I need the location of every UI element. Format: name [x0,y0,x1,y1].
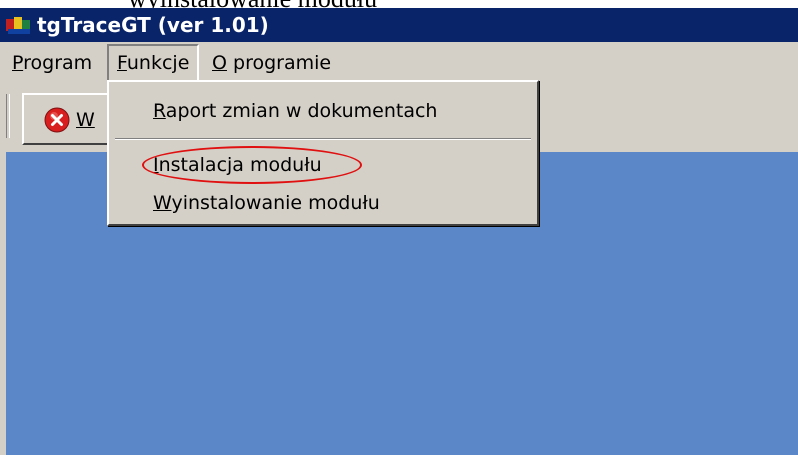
menu-separator [115,138,531,140]
menu-program-accel: P [12,52,24,74]
menu-funkcje-accel: F [117,52,127,74]
menu-funkcje-label: unkcje [126,52,190,74]
menu-item-instalacja[interactable]: Instalacja modułu [153,154,322,176]
toolbar-grip [6,94,10,138]
menu-program-label: rogram [23,52,93,74]
menu-item-wyinstalowanie[interactable]: Wyinstalowanie modułu [153,192,380,214]
menu-funkcje[interactable]: Funkcje [107,44,200,80]
menu-item-raport-label: aport zmian w dokumentach [165,100,438,122]
app-icon [6,17,30,34]
exit-button-label: W [76,109,95,131]
menu-program[interactable]: Program [6,46,98,80]
window-title: tgTraceGT (ver 1.01) [37,13,269,37]
menu-o-programie[interactable]: O programie [206,46,337,80]
stop-icon [44,107,70,133]
title-bar[interactable]: tgTraceGT (ver 1.01) [0,8,798,42]
menu-item-wyinstalowanie-label: yinstalowanie modułu [171,192,380,214]
document-text-fragment: wyinstalowanie modułu [0,0,798,8]
menu-item-raport[interactable]: Raport zmian w dokumentach [153,100,437,122]
document-text: wyinstalowanie modułu [128,0,377,8]
menu-o-programie-accel: O [212,52,227,74]
menu-o-programie-label: programie [226,52,332,74]
funkcje-dropdown-menu: Raport zmian w dokumentach Instalacja mo… [107,80,539,226]
menu-item-instalacja-label: nstalacja modułu [158,154,322,176]
menu-item-raport-accel: R [153,100,166,122]
menu-item-wyinstalowanie-accel: W [153,192,172,214]
